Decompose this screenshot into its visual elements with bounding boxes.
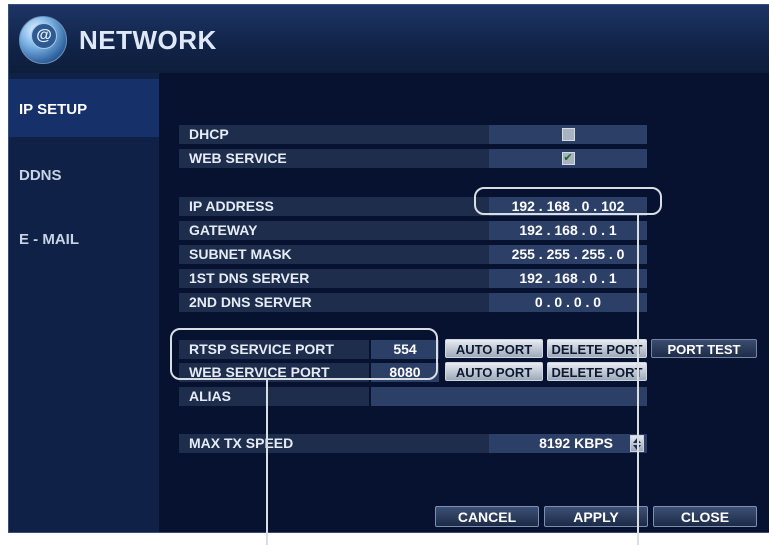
rtsp-delete-port-button[interactable]: DELETE PORT xyxy=(547,339,647,358)
dns1-field[interactable]: 192 . 168 . 0 . 1 xyxy=(489,269,647,288)
ports-callout-line xyxy=(266,379,268,545)
max-tx-speed-field[interactable]: 8192 KBPS xyxy=(489,434,647,453)
network-window: @ NETWORK IP SETUP DDNS E - MAIL DHCP WE… xyxy=(8,4,769,533)
gateway-field[interactable]: 192 . 168 . 0 . 1 xyxy=(489,221,647,240)
window-title: NETWORK xyxy=(79,25,217,55)
dhcp-checkbox-cell[interactable] xyxy=(489,125,647,144)
sidebar-item-ddns[interactable]: DDNS xyxy=(9,145,159,203)
cancel-button[interactable]: CANCEL xyxy=(435,506,539,527)
at-sign-icon: @ xyxy=(31,23,57,49)
alias-label: ALIAS xyxy=(179,387,369,406)
ip-address-callout xyxy=(474,187,662,215)
sidebar-item-label: DDNS xyxy=(19,167,62,184)
subnet-mask-label: SUBNET MASK xyxy=(179,245,489,264)
settings-panel: DHCP WEB SERVICE ✔ IP ADDRESS 192 . 168 … xyxy=(159,73,769,532)
sidebar-item-ip-setup[interactable]: IP SETUP xyxy=(9,79,159,137)
subnet-mask-field[interactable]: 255 . 255 . 255 . 0 xyxy=(489,245,647,264)
sidebar-item-email[interactable]: E - MAIL xyxy=(9,209,159,267)
dns1-label: 1ST DNS SERVER xyxy=(179,269,489,288)
dhcp-label: DHCP xyxy=(179,125,489,144)
web-auto-port-button[interactable]: AUTO PORT xyxy=(445,362,543,381)
web-service-checkbox-cell[interactable]: ✔ xyxy=(489,149,647,168)
web-service-label: WEB SERVICE xyxy=(179,149,489,168)
sidebar-item-label: E - MAIL xyxy=(19,231,79,248)
apply-button[interactable]: APPLY xyxy=(544,506,648,527)
ip-address-callout-line xyxy=(637,214,639,545)
sidebar-item-label: IP SETUP xyxy=(19,101,88,118)
web-delete-port-button[interactable]: DELETE PORT xyxy=(547,362,647,381)
port-test-button[interactable]: PORT TEST xyxy=(651,339,757,358)
close-button[interactable]: CLOSE xyxy=(653,506,757,527)
dhcp-checkbox[interactable] xyxy=(561,128,575,141)
max-tx-speed-label: MAX TX SPEED xyxy=(179,434,489,453)
sidebar: IP SETUP DDNS E - MAIL xyxy=(9,73,159,532)
rtsp-auto-port-button[interactable]: AUTO PORT xyxy=(445,339,543,358)
ports-callout xyxy=(170,328,438,380)
gateway-label: GATEWAY xyxy=(179,221,489,240)
ip-address-label: IP ADDRESS xyxy=(179,197,489,216)
dns2-label: 2ND DNS SERVER xyxy=(179,293,489,312)
title-bar: @ NETWORK xyxy=(9,5,769,73)
web-service-checkbox[interactable]: ✔ xyxy=(561,152,575,165)
alias-field[interactable] xyxy=(371,387,647,406)
dns2-field[interactable]: 0 . 0 . 0 . 0 xyxy=(489,293,647,312)
